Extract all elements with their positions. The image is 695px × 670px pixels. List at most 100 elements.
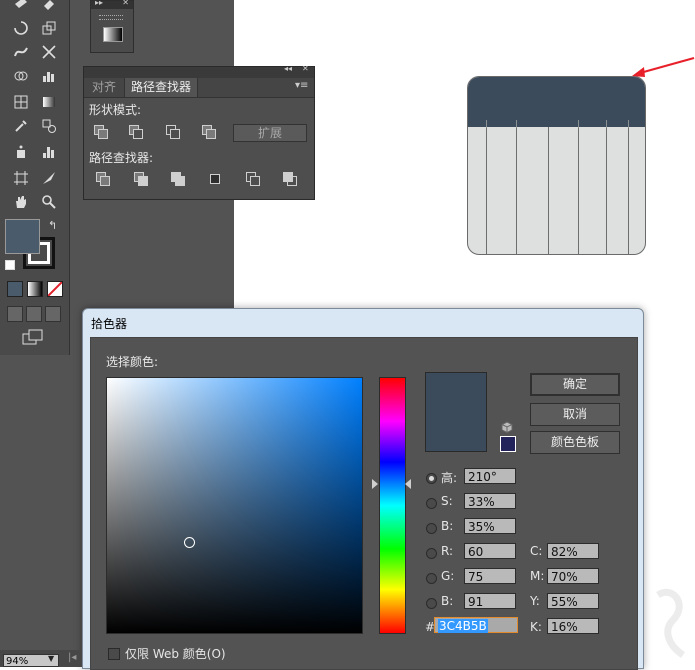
outline-icon[interactable] xyxy=(246,172,262,186)
hue-label: 高: xyxy=(441,471,458,485)
green-radio[interactable] xyxy=(426,573,437,584)
black-field[interactable]: 16% xyxy=(547,618,599,634)
blend-tool-icon[interactable] xyxy=(38,116,60,136)
slice-tool-icon[interactable] xyxy=(38,168,60,188)
eraser-tool-icon[interactable] xyxy=(38,0,60,14)
exclude-icon[interactable] xyxy=(202,125,218,139)
panel-tabs: 对齐 路径查找器 ▾≡ xyxy=(84,78,314,98)
green-field[interactable]: 75 xyxy=(464,568,516,584)
artwork-top-band xyxy=(468,77,645,127)
hue-radio[interactable] xyxy=(426,473,437,484)
merge-icon[interactable] xyxy=(171,172,187,186)
gradient-tool-icon[interactable] xyxy=(38,92,60,112)
annotation-arrow-icon xyxy=(632,56,695,77)
swap-fill-stroke-icon[interactable]: ↰ xyxy=(48,219,57,232)
grip-icon xyxy=(99,15,123,20)
zoom-dropdown-icon[interactable]: ▼ xyxy=(48,654,54,663)
color-swatches-button[interactable]: 颜色色板 xyxy=(530,431,620,454)
hex-field[interactable]: 3C4B5B xyxy=(434,617,518,633)
shaper-tool-icon[interactable] xyxy=(10,0,32,14)
draw-inside-icon[interactable] xyxy=(45,306,61,322)
red-label: R: xyxy=(441,544,454,558)
gradient-icon[interactable] xyxy=(103,27,123,42)
web-colors-only-label: 仅限 Web 颜色(O) xyxy=(125,647,226,661)
rotate-tool-icon[interactable] xyxy=(10,18,32,38)
yellow-field[interactable]: 55% xyxy=(547,593,599,609)
new-color-swatch xyxy=(425,372,487,452)
magenta-label: M: xyxy=(530,569,545,583)
saturation-radio[interactable] xyxy=(426,498,437,509)
hue-field[interactable]: 210° xyxy=(464,468,516,484)
out-of-gamut-cube-icon[interactable] xyxy=(501,421,513,433)
mini-panel-titlebar[interactable]: ▸▸ ✕ xyxy=(91,0,133,9)
minus-front-icon[interactable] xyxy=(129,125,145,139)
warp-tool-icon[interactable] xyxy=(10,42,32,62)
cyan-field[interactable]: 82% xyxy=(547,543,599,559)
hue-slider[interactable] xyxy=(379,377,406,634)
color-field[interactable] xyxy=(106,377,363,634)
dialog-title: 拾色器 xyxy=(91,317,128,331)
artwork-shape[interactable] xyxy=(467,76,646,255)
gradient-mode-icon[interactable] xyxy=(27,281,43,297)
ok-button[interactable]: 确定 xyxy=(530,373,620,396)
shape-modes-label: 形状模式: xyxy=(89,103,142,117)
brightness-radio[interactable] xyxy=(426,523,437,534)
scale-tool-icon[interactable] xyxy=(38,18,60,38)
pathfinders-label: 路径查找器: xyxy=(89,151,154,165)
draw-normal-icon[interactable] xyxy=(7,306,23,322)
default-fill-stroke-icon[interactable] xyxy=(5,260,15,270)
intersect-icon[interactable] xyxy=(166,125,182,139)
red-field[interactable]: 60 xyxy=(464,543,516,559)
expand-button[interactable]: 扩展 xyxy=(233,124,307,142)
yellow-label: Y: xyxy=(530,594,540,608)
none-mode-icon[interactable] xyxy=(47,281,63,297)
tab-pathfinder[interactable]: 路径查找器 xyxy=(124,78,199,97)
background-decoration xyxy=(656,588,686,658)
column-graph-tool-icon[interactable] xyxy=(38,142,60,162)
divide-icon[interactable] xyxy=(96,172,112,186)
crop-icon[interactable] xyxy=(208,172,224,186)
gamut-warning-swatch[interactable] xyxy=(500,436,516,452)
fill-swatch[interactable] xyxy=(5,219,40,254)
black-label: K: xyxy=(530,620,542,634)
cyan-label: C: xyxy=(530,544,543,558)
brightness-label: B: xyxy=(441,519,454,533)
first-artboard-icon[interactable]: |◂ xyxy=(68,652,76,663)
collapse-icon[interactable]: ▸▸ xyxy=(95,0,103,7)
artwork-line xyxy=(628,127,629,254)
brightness-field[interactable]: 35% xyxy=(464,518,516,534)
shape-builder-tool-icon[interactable] xyxy=(10,66,32,86)
color-mode-icon[interactable] xyxy=(7,281,23,297)
mesh-tool-icon[interactable] xyxy=(10,92,32,112)
blue-field[interactable]: 91 xyxy=(464,593,516,609)
red-radio[interactable] xyxy=(426,548,437,559)
draw-behind-icon[interactable] xyxy=(26,306,42,322)
panel-titlebar[interactable]: ◂◂ ✕ xyxy=(84,64,314,78)
zoom-tool-icon[interactable] xyxy=(38,192,60,212)
minus-back-icon[interactable] xyxy=(283,172,299,186)
tab-align[interactable]: 对齐 xyxy=(86,78,122,97)
hue-slider-right-arrow-icon[interactable] xyxy=(405,479,411,489)
artwork-line xyxy=(516,127,517,254)
symbol-sprayer-tool-icon[interactable] xyxy=(10,142,32,162)
artboard-tool-icon[interactable] xyxy=(10,168,32,188)
unite-icon[interactable] xyxy=(94,125,110,139)
collapse-icon[interactable]: ◂◂ xyxy=(284,64,292,73)
color-field-cursor[interactable] xyxy=(184,537,195,548)
close-icon[interactable]: ✕ xyxy=(302,64,309,73)
screen-mode-icon[interactable] xyxy=(22,329,44,345)
hand-tool-icon[interactable] xyxy=(10,192,32,212)
web-colors-only-checkbox[interactable] xyxy=(108,648,120,660)
magenta-field[interactable]: 70% xyxy=(547,568,599,584)
saturation-field[interactable]: 33% xyxy=(464,493,516,509)
hue-slider-left-arrow-icon[interactable] xyxy=(372,479,378,489)
free-transform-tool-icon[interactable] xyxy=(38,42,60,62)
trim-icon[interactable] xyxy=(134,172,150,186)
eyedropper-tool-icon[interactable] xyxy=(10,116,32,136)
panel-menu-icon[interactable]: ▾≡ xyxy=(295,80,308,91)
blue-radio[interactable] xyxy=(426,598,437,609)
close-icon[interactable]: ✕ xyxy=(122,0,129,7)
graph-tool-icon[interactable] xyxy=(38,66,60,86)
artwork-tick xyxy=(606,120,607,128)
cancel-button[interactable]: 取消 xyxy=(530,403,620,426)
